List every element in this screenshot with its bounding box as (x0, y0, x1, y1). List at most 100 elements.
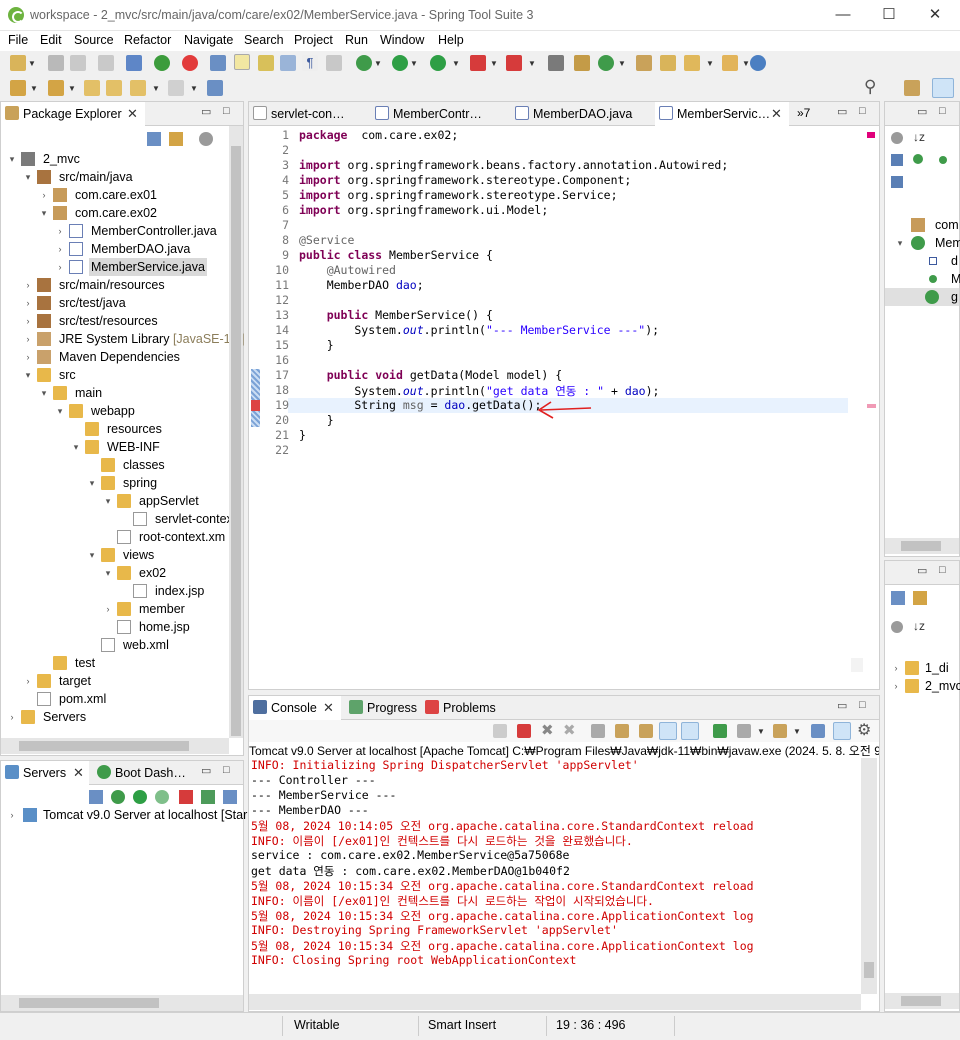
tree-item-main[interactable]: ▾ main (1, 384, 227, 402)
save-icon[interactable] (48, 55, 64, 71)
scroll-arrow-icon[interactable] (851, 658, 863, 672)
menu-window[interactable]: Window (380, 33, 424, 47)
show-on-stderr-icon[interactable] (681, 722, 699, 740)
minimize-editor-icon[interactable]: ▭ (837, 105, 847, 118)
menu-search[interactable]: Search (244, 33, 284, 47)
block-selection-icon[interactable] (280, 55, 296, 71)
previous-annotation-icon[interactable] (48, 80, 64, 96)
restart-icon[interactable] (493, 724, 507, 738)
globe-icon[interactable] (750, 55, 766, 71)
overview-marker-icon[interactable] (867, 404, 876, 408)
horizontal-scrollbar[interactable] (885, 538, 959, 554)
ansi-console-icon[interactable] (833, 722, 851, 740)
forward-edit-icon[interactable] (106, 80, 122, 96)
debug-run-icon[interactable] (356, 55, 372, 71)
vertical-scrollbar[interactable] (229, 126, 243, 738)
word-wrap-icon[interactable] (639, 724, 653, 738)
horizontal-scrollbar[interactable] (885, 993, 959, 1009)
forward-icon[interactable] (168, 80, 184, 96)
tree-item-target[interactable]: › target (1, 672, 227, 690)
tree-item-ex02-folder[interactable]: ▾ ex02 (1, 564, 227, 582)
next-annotation-dropdown-icon[interactable]: ▼ (30, 84, 38, 93)
nav-item-2-mvc[interactable]: › 2_mvc (885, 677, 960, 695)
hide-fields-icon[interactable] (891, 154, 903, 166)
collapse-all-icon[interactable] (89, 790, 103, 804)
maximize-view-icon[interactable]: □ (223, 105, 230, 117)
terminate-icon[interactable] (517, 724, 531, 738)
scrollbar-thumb[interactable] (901, 996, 941, 1006)
tree-item-memberdao[interactable]: › MemberDAO.java (1, 240, 227, 258)
tab-servlet-context[interactable]: servlet-con… (249, 102, 367, 126)
coverage-icon[interactable] (506, 55, 522, 71)
tree-item-servlet-context[interactable]: servlet-contex (1, 510, 233, 528)
new-dropdown-icon[interactable]: ▼ (28, 59, 36, 68)
tree-item-src[interactable]: ▾ src (1, 366, 227, 384)
tree-item-spring[interactable]: ▾ spring (1, 474, 227, 492)
vertical-scrollbar[interactable] (861, 758, 877, 994)
tree-item-src-main-java[interactable]: ▾ src/main/java (1, 168, 227, 186)
hide-static-icon[interactable] (913, 154, 923, 164)
open-folder-icon[interactable] (722, 55, 738, 71)
toggle-mark-icon[interactable] (258, 55, 274, 71)
sort-icon[interactable]: ↓z (913, 130, 925, 144)
debug-icon[interactable] (326, 55, 342, 71)
tree-item-src-test-resources[interactable]: › src/test/resources (1, 312, 227, 330)
tree-item-member-folder[interactable]: › member (1, 600, 227, 618)
settings-icon[interactable]: ⚙ (857, 720, 871, 740)
minimize-view-icon[interactable]: ▭ (201, 105, 211, 118)
run-icon[interactable] (392, 55, 408, 71)
tab-boot-dashboard[interactable]: Boot Dash… (93, 761, 189, 785)
outline-item-method[interactable]: g (885, 288, 959, 306)
tab-memberdao[interactable]: MemberDAO.java (511, 102, 651, 126)
scroll-lock-icon[interactable] (615, 724, 629, 738)
open-type-icon[interactable] (598, 55, 614, 71)
outline-item-package[interactable]: com (885, 216, 959, 234)
back-dropdown-icon[interactable]: ▼ (152, 84, 160, 93)
tree-item-appservlet[interactable]: ▾ appServlet (1, 492, 227, 510)
highlight-icon[interactable] (234, 54, 250, 70)
tab-servers[interactable]: Servers ✕ (1, 761, 89, 785)
next-annotation-icon[interactable] (10, 80, 26, 96)
minimize-view-icon[interactable]: ▭ (917, 564, 927, 577)
scrollbar-thumb[interactable] (231, 146, 241, 736)
sort-icon[interactable]: ↓z (913, 619, 925, 633)
tree-item-membercontroller[interactable]: › MemberController.java (1, 222, 227, 240)
maximize-view-icon[interactable]: □ (939, 105, 946, 117)
tab-problems[interactable]: Problems (421, 696, 501, 720)
menu-refactor[interactable]: Refactor (124, 33, 171, 47)
collapse-all-icon[interactable] (147, 132, 161, 146)
close-tab-icon[interactable]: ✕ (127, 102, 138, 126)
save-all-icon[interactable] (70, 55, 86, 71)
open-console-dropdown-icon[interactable]: ▼ (793, 727, 801, 736)
horizontal-scrollbar[interactable] (249, 994, 861, 1010)
tab-console[interactable]: Console ✕ (249, 696, 341, 720)
menu-help[interactable]: Help (438, 33, 464, 47)
search-folder-icon[interactable] (660, 55, 676, 71)
show-whitespace-icon[interactable]: ¶ (302, 55, 318, 71)
open-perspective-icon[interactable] (904, 80, 920, 96)
maximize-editor-icon[interactable]: □ (859, 105, 866, 117)
open-type-dropdown-icon[interactable]: ▼ (618, 59, 626, 68)
close-button[interactable]: ✕ (912, 0, 958, 31)
close-tab-icon[interactable]: ✕ (323, 696, 334, 720)
tree-item-test[interactable]: test (1, 654, 227, 672)
tree-item-views[interactable]: ▾ views (1, 546, 227, 564)
pin-console-icon[interactable] (713, 724, 727, 738)
new-class-icon[interactable] (548, 55, 564, 71)
skip-breakpoints-icon[interactable] (154, 55, 170, 71)
tree-item-web-xml[interactable]: web.xml (1, 636, 227, 654)
outline-item-field[interactable]: d (885, 252, 959, 270)
clear-console-icon[interactable] (591, 724, 605, 738)
maximize-button[interactable]: ☐ (866, 0, 912, 31)
run-dropdown-icon[interactable]: ▼ (410, 59, 418, 68)
copy-icon[interactable] (811, 724, 825, 738)
folder-dropdown-icon[interactable]: ▼ (742, 59, 750, 68)
maximize-view-icon[interactable]: □ (859, 699, 866, 711)
print-icon[interactable] (98, 55, 114, 71)
open-console-icon[interactable] (773, 724, 787, 738)
spring-boot-icon[interactable] (182, 55, 198, 71)
hide-local-types-icon[interactable] (891, 176, 903, 188)
stop-icon[interactable] (470, 55, 486, 71)
remove-all-icon[interactable]: ✖ (563, 721, 576, 739)
maximize-view-icon[interactable]: □ (223, 764, 230, 776)
